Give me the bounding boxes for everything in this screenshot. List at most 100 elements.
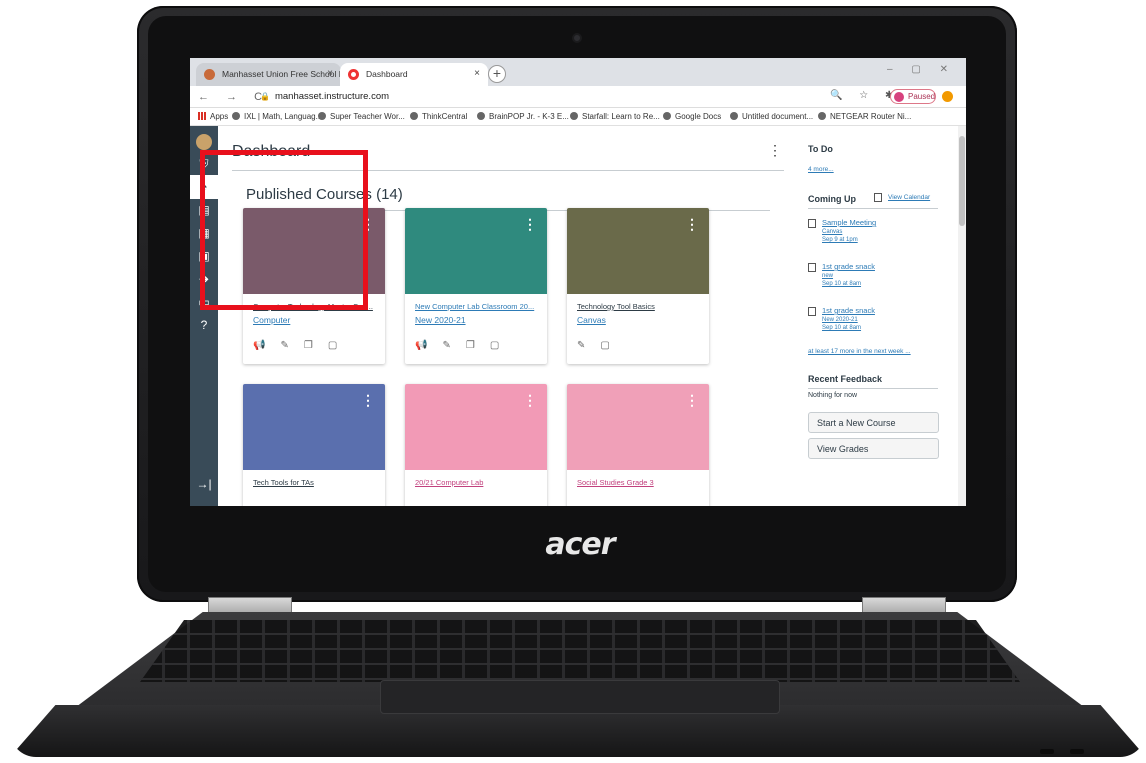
tab-dashboard[interactable]: Dashboard × xyxy=(340,63,488,86)
event-date[interactable]: Sep 10 at 8am xyxy=(822,325,861,331)
globe-icon xyxy=(663,112,671,120)
school-favicon-icon xyxy=(204,69,215,80)
more-events-link[interactable]: at least 17 more in the next week ... xyxy=(808,348,911,355)
tab-strip: Manhasset Union Free School Di.. × Dashb… xyxy=(190,58,966,86)
view-grades-button[interactable]: View Grades xyxy=(808,438,939,459)
bookmark-item[interactable]: Starfall: Learn to Re... xyxy=(570,112,660,121)
card-options-icon[interactable]: ⋮ xyxy=(361,392,375,409)
folder-icon[interactable]: ▢ xyxy=(490,340,514,351)
course-subtitle-link[interactable]: Canvas xyxy=(577,315,606,325)
course-subtitle-link[interactable]: New 2020-21 xyxy=(415,315,466,325)
megaphone-icon[interactable]: 📢 xyxy=(415,340,442,351)
feedback-empty-text: Nothing for now xyxy=(808,392,858,399)
event-title-link[interactable]: Sample Meeting xyxy=(822,218,876,227)
globe-icon xyxy=(318,112,326,120)
help-icon[interactable]: ? xyxy=(196,317,212,333)
bookmark-item[interactable]: Super Teacher Wor... xyxy=(318,112,405,121)
address-bar: ← → C 🔒 manhasset.instructure.com 🔍 ☆ ✱ P… xyxy=(190,86,966,108)
bookmark-item[interactable]: Google Docs xyxy=(663,112,721,121)
bookmark-item[interactable]: Untitled document... xyxy=(730,112,813,121)
calendar-icon xyxy=(874,193,882,202)
assignment-icon[interactable]: ✎ xyxy=(577,340,600,351)
profile-label: Paused xyxy=(908,92,936,101)
dashboard-options-icon[interactable]: ⋮ xyxy=(768,142,782,159)
event-title-link[interactable]: 1st grade snack xyxy=(822,306,875,315)
right-sidebar: To Do 4 more... Coming Up View Calendar … xyxy=(798,126,958,506)
globe-icon xyxy=(477,112,485,120)
calendar-icon xyxy=(808,219,816,228)
course-card[interactable]: ⋮ New Computer Lab Classroom 20... New 202… xyxy=(405,208,547,364)
folder-icon[interactable]: ▢ xyxy=(328,340,352,351)
lock-icon: 🔒 xyxy=(260,92,270,101)
port-icon xyxy=(1040,749,1054,754)
tab-close-icon[interactable]: × xyxy=(474,68,480,79)
globe-icon xyxy=(232,112,240,120)
bookmark-item[interactable]: BrainPOP Jr. - K-3 E... xyxy=(477,112,569,121)
tab-label: Manhasset Union Free School Di.. xyxy=(222,69,341,79)
course-title-link[interactable]: Technology Tool Basics xyxy=(577,302,705,311)
event-course[interactable]: New 2020-21 xyxy=(822,317,858,323)
brand-logo: acer xyxy=(545,527,615,562)
globe-icon xyxy=(410,112,418,120)
bookmark-item[interactable]: NETGEAR Router Ni... xyxy=(818,112,911,121)
megaphone-icon[interactable]: 📢 xyxy=(253,340,280,351)
webcam-icon xyxy=(572,33,582,43)
folder-icon[interactable]: ▢ xyxy=(600,340,624,351)
course-title-link[interactable]: Tech Tools for TAs xyxy=(253,478,381,487)
discussion-icon[interactable]: ❐ xyxy=(466,340,490,351)
collapse-nav-icon[interactable]: →| xyxy=(196,476,212,492)
bookmark-apps[interactable]: Apps xyxy=(198,112,228,121)
start-new-course-button[interactable]: Start a New Course xyxy=(808,412,939,433)
event-date[interactable]: Sep 9 at 1pm xyxy=(822,237,858,243)
assignment-icon[interactable]: ✎ xyxy=(280,340,303,351)
coming-up-heading: Coming Up xyxy=(808,194,856,204)
course-title-link[interactable]: Social Studies Grade 3 xyxy=(577,478,705,487)
tab-close-icon[interactable]: × xyxy=(327,68,333,79)
scrollbar[interactable] xyxy=(958,126,966,506)
divider xyxy=(808,388,938,389)
tab-label: Dashboard xyxy=(366,69,408,79)
globe-icon xyxy=(570,112,578,120)
update-icon[interactable] xyxy=(942,91,953,102)
new-tab-button[interactable]: + xyxy=(488,65,506,83)
course-subtitle-link[interactable]: Computer xyxy=(253,315,290,325)
profile-button[interactable]: Paused xyxy=(890,89,936,104)
course-card[interactable]: ⋮ Tech Tools for TAs xyxy=(243,384,385,506)
card-options-icon[interactable]: ⋮ xyxy=(685,216,699,233)
url-field[interactable]: 🔒 manhasset.instructure.com xyxy=(254,89,844,105)
discussion-icon[interactable]: ❐ xyxy=(304,340,328,351)
bookmark-item[interactable]: ThinkCentral xyxy=(410,112,467,121)
account-icon[interactable] xyxy=(196,134,212,150)
todo-more-link[interactable]: 4 more... xyxy=(808,166,834,173)
calendar-icon xyxy=(808,263,816,272)
port-icon xyxy=(1070,749,1084,754)
tab-manhasset[interactable]: Manhasset Union Free School Di.. × xyxy=(196,63,341,86)
course-card[interactable]: ⋮ Social Studies Grade 3 xyxy=(567,384,709,506)
globe-icon xyxy=(730,112,738,120)
divider xyxy=(808,208,938,209)
scrollbar-thumb[interactable] xyxy=(959,136,965,226)
event-course[interactable]: new xyxy=(822,273,833,279)
assignment-icon[interactable]: ✎ xyxy=(442,340,465,351)
window-controls[interactable]: – ▢ ✕ xyxy=(887,64,956,75)
card-action-icons: ✎▢ xyxy=(577,340,625,351)
course-card[interactable]: ⋮ 20/21 Computer Lab xyxy=(405,384,547,506)
todo-heading: To Do xyxy=(808,144,833,154)
globe-icon xyxy=(818,112,826,120)
view-calendar-link[interactable]: View Calendar xyxy=(874,193,930,202)
course-title-link[interactable]: New Computer Lab Classroom 20... xyxy=(415,302,543,311)
card-options-icon[interactable]: ⋮ xyxy=(523,392,537,409)
card-action-icons: 📢✎❐▢ xyxy=(415,340,514,351)
event-date[interactable]: Sep 10 at 8am xyxy=(822,281,861,287)
course-title-link[interactable]: 20/21 Computer Lab xyxy=(415,478,543,487)
keyboard-rows xyxy=(140,620,1020,682)
event-title-link[interactable]: 1st grade snack xyxy=(822,262,875,271)
course-card[interactable]: ⋮ Technology Tool Basics Canvas ✎▢ xyxy=(567,208,709,364)
event-course[interactable]: Canvas xyxy=(822,229,842,235)
card-options-icon[interactable]: ⋮ xyxy=(685,392,699,409)
apps-grid-icon xyxy=(198,112,206,120)
highlight-box xyxy=(200,150,368,310)
card-options-icon[interactable]: ⋮ xyxy=(523,216,537,233)
bookmark-item[interactable]: IXL | Math, Languag... xyxy=(232,112,322,121)
canvas-favicon-icon xyxy=(348,69,359,80)
